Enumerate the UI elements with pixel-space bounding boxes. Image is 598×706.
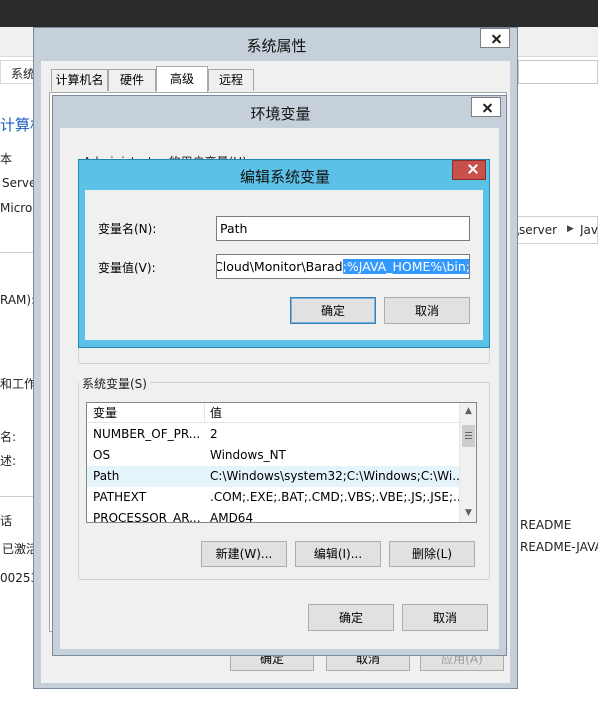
tab-hardware[interactable]: 硬件	[108, 69, 156, 91]
taskbar-top	[0, 0, 598, 27]
window-title: 环境变量	[250, 105, 311, 123]
close-icon[interactable]	[452, 160, 486, 180]
divider	[0, 496, 34, 497]
new-variable-button[interactable]: 新建(W)...	[201, 541, 287, 567]
tab-computer-name[interactable]: 计算机名	[51, 69, 108, 91]
breadcrumb-arrow-icon: ▶	[567, 224, 574, 234]
tab-advanced[interactable]: 高级	[156, 66, 208, 93]
var-name: PROCESSOR_AR...	[93, 511, 201, 523]
dialog-title: 编辑系统变量	[239, 168, 330, 186]
edit-variable-button[interactable]: 编辑(I)...	[295, 541, 381, 567]
variable-value-label: 变量值(V):	[98, 261, 156, 275]
sidebar-text: 述:	[0, 454, 17, 468]
env-ok-button[interactable]: 确定	[308, 604, 394, 631]
system-vars-list[interactable]: 变量 值 NUMBER_OF_PR... 2 OS Windows_NT Pat…	[86, 402, 477, 523]
var-value: AMD64	[210, 511, 254, 523]
sidebar-text: 名:	[0, 430, 17, 444]
tab-remote[interactable]: 远程	[208, 69, 254, 91]
scroll-thumb[interactable]	[462, 425, 475, 447]
sidebar-text: 本	[0, 152, 13, 166]
var-value: C:\Windows\system32;C:\Windows;C:\Wi...	[210, 469, 461, 483]
table-row[interactable]: PROCESSOR_AR... AMD64	[87, 508, 461, 523]
delete-variable-button[interactable]: 删除(L)	[389, 541, 475, 567]
edit-cancel-button[interactable]: 取消	[384, 297, 470, 324]
file-item[interactable]: README	[520, 518, 571, 532]
table-row[interactable]: PATHEXT .COM;.EXE;.BAT;.CMD;.VBS;.VBE;.J…	[87, 487, 461, 508]
var-name: NUMBER_OF_PR...	[93, 427, 201, 441]
file-item[interactable]: README-JAVA	[520, 540, 598, 554]
scroll-up-icon[interactable]: ▲	[460, 403, 476, 420]
vertical-scrollbar[interactable]: ▲ ▼	[459, 403, 476, 522]
var-value: .COM;.EXE;.BAT;.CMD;.VBS;.VBE;.JS;.JSE;.…	[210, 490, 461, 504]
sidebar-text: RAM):	[0, 293, 36, 307]
table-row[interactable]: OS Windows_NT	[87, 445, 461, 466]
scroll-down-icon[interactable]: ▼	[460, 505, 476, 522]
breadcrumb[interactable]: \server	[515, 223, 557, 237]
system-vars-label: 系统变量(S)	[79, 375, 150, 392]
sidebar-text: 话	[0, 514, 13, 528]
close-icon[interactable]	[471, 97, 501, 117]
breadcrumb[interactable]: Jav	[580, 223, 598, 237]
value-selected-text: ;%JAVA_HOME%\bin;	[342, 259, 470, 274]
search-box[interactable]	[518, 60, 598, 84]
variable-name-input[interactable]: Path	[216, 216, 470, 241]
edit-ok-button[interactable]: 确定	[290, 297, 376, 324]
var-name: OS	[93, 448, 111, 462]
divider	[0, 252, 34, 253]
table-row[interactable]: NUMBER_OF_PR... 2	[87, 424, 461, 445]
var-name: Path	[93, 469, 120, 483]
var-name: PATHEXT	[93, 490, 147, 504]
sidebar-text: 和工作	[0, 377, 37, 391]
value-text: Cloud\Monitor\Barad	[216, 259, 343, 274]
var-value: Windows_NT	[210, 448, 286, 462]
list-header: 变量 值	[87, 403, 461, 423]
env-cancel-button[interactable]: 取消	[402, 604, 488, 631]
close-icon[interactable]	[480, 28, 510, 48]
window-title: 系统属性	[246, 37, 307, 55]
var-value: 2	[210, 427, 218, 441]
table-row-selected[interactable]: Path C:\Windows\system32;C:\Windows;C:\W…	[87, 466, 461, 487]
column-header-variable[interactable]: 变量	[87, 403, 203, 423]
variable-name-label: 变量名(N):	[98, 222, 157, 236]
column-header-value[interactable]: 值	[204, 403, 461, 423]
sidebar-text: Serve	[2, 176, 37, 190]
variable-value-input[interactable]: Cloud\Monitor\Barad;%JAVA_HOME%\bin;	[216, 254, 470, 279]
